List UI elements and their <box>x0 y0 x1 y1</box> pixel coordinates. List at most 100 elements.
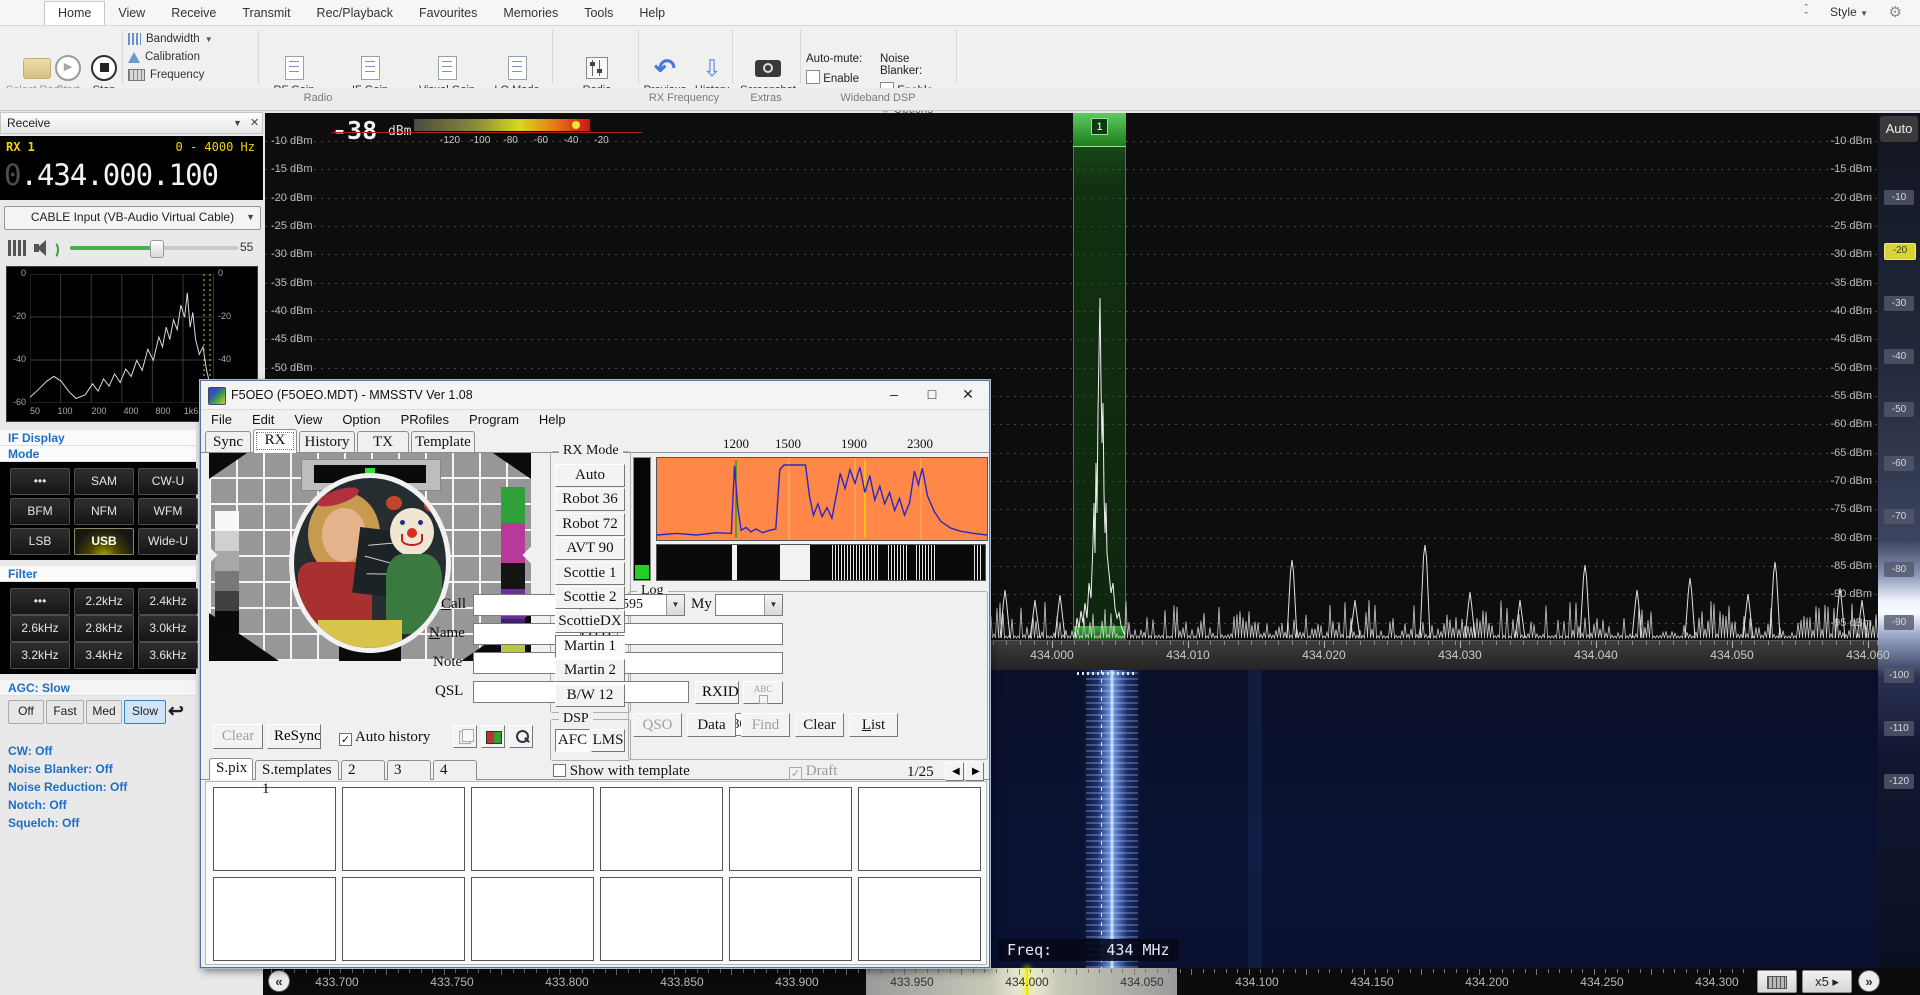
stock-picture-slot[interactable] <box>729 877 852 961</box>
style-menu[interactable]: Style ▼ <box>1830 5 1868 19</box>
close-button[interactable]: ✕ <box>951 381 985 408</box>
mode-section-header[interactable]: Mode <box>0 446 196 462</box>
mmsstv-tab-rx[interactable]: RX <box>253 429 297 453</box>
rx-mode-scottiedx[interactable]: ScottieDX <box>555 610 625 633</box>
mmsstv-window[interactable]: F5OEO (F5OEO.MDT) - MMSSTV Ver 1.08 – □ … <box>200 380 990 968</box>
status-link-notch[interactable]: Notch: Off <box>8 798 67 812</box>
mmsstv-menu-help[interactable]: Help <box>529 409 576 431</box>
bandwidth-menu[interactable]: Bandwidth▼ <box>128 31 213 47</box>
status-link-squelch[interactable]: Squelch: Off <box>8 816 79 830</box>
ribbon-collapse-icon[interactable]: ˆˇ <box>1804 5 1808 21</box>
mode-button-usb[interactable]: USB <box>74 528 134 555</box>
mode-button-bfm[interactable]: BFM <box>10 498 70 525</box>
abc-button[interactable]: ABC <box>743 681 783 704</box>
mmsstv-menu-file[interactable]: File <box>201 409 242 431</box>
zoom-level-button[interactable]: x5 ▸ <box>1802 970 1852 993</box>
agc-section-header[interactable]: AGC: Slow <box>0 680 196 696</box>
calibration-menu[interactable]: Calibration <box>128 49 200 65</box>
agc-button-fast[interactable]: Fast <box>46 700 84 724</box>
rx-mode-b-w-12[interactable]: B/W 12 <box>555 684 625 707</box>
resync-button[interactable]: ReSync <box>267 724 321 749</box>
equalizer-icon[interactable] <box>8 240 26 256</box>
auto-history-checkbox[interactable]: Auto history <box>339 729 430 746</box>
filter-button-3-4khz[interactable]: 3.4kHz <box>74 642 134 669</box>
filter-button-2-4khz[interactable]: 2.4kHz <box>138 588 198 615</box>
log-button-clear[interactable]: Clear <box>795 713 844 737</box>
gauge-tick--20[interactable]: -20 <box>1884 243 1916 260</box>
rx-mode-martin-1[interactable]: Martin 1 <box>555 635 625 658</box>
rx-mode-scottie-2[interactable]: Scottie 2 <box>555 586 625 609</box>
copy-pages-button[interactable] <box>453 725 477 748</box>
undo-arrow-icon[interactable]: ↩ <box>168 700 184 723</box>
picture-viewer-button[interactable] <box>481 725 505 748</box>
speaker-icon[interactable] <box>34 238 56 258</box>
filter-button-2-6khz[interactable]: 2.6kHz <box>10 615 70 642</box>
pix-tab-s-pix[interactable]: S.pix <box>209 758 253 780</box>
keyboard-entry-button[interactable] <box>1757 970 1797 993</box>
maximize-button[interactable]: □ <box>915 381 949 408</box>
filter-button-3-2khz[interactable]: 3.2kHz <box>10 642 70 669</box>
mmsstv-title-bar[interactable]: F5OEO (F5OEO.MDT) - MMSSTV Ver 1.08 – □ … <box>201 381 989 410</box>
prev-page-button[interactable]: ◀ <box>945 762 964 781</box>
note-input[interactable] <box>473 652 783 674</box>
stock-picture-slot[interactable] <box>342 787 465 871</box>
nav-scroll-right-button[interactable]: » <box>1858 970 1880 992</box>
stock-picture-slot[interactable] <box>600 877 723 961</box>
auto-mute-enable-checkbox[interactable]: Enable <box>806 70 874 85</box>
filter-button-3-6khz[interactable]: 3.6kHz <box>138 642 198 669</box>
mode-button-nfm[interactable]: NFM <box>74 498 134 525</box>
log-button-list[interactable]: List <box>849 713 898 737</box>
mmsstv-tab-tx[interactable]: TX <box>357 431 409 452</box>
ribbon-tab-favourites[interactable]: Favourites <box>406 2 490 25</box>
log-button-data[interactable]: Data <box>687 713 736 737</box>
rx-mode-robot-36[interactable]: Robot 36 <box>555 488 625 511</box>
mode-button-cw-u[interactable]: CW-U <box>138 468 198 495</box>
status-link-cw[interactable]: CW: Off <box>8 744 52 758</box>
filter-button-2-2khz[interactable]: 2.2kHz <box>74 588 134 615</box>
mmsstv-tab-history[interactable]: History <box>299 431 355 452</box>
show-with-template-checkbox[interactable]: Show with template <box>553 763 690 780</box>
nav-scroll-left-button[interactable]: « <box>268 970 290 992</box>
stock-picture-slot[interactable] <box>213 877 336 961</box>
draft-checkbox[interactable]: Draft <box>789 763 837 780</box>
magnifier-button[interactable] <box>509 725 533 748</box>
panel-collapse-icon[interactable]: ▼ <box>233 113 242 133</box>
filter-section-header[interactable]: Filter <box>0 566 196 582</box>
gauge-tick--100[interactable]: -100 <box>1884 668 1914 683</box>
rx-mode-martin-2[interactable]: Martin 2 <box>555 659 625 682</box>
stock-picture-slot[interactable] <box>600 787 723 871</box>
qth-input[interactable] <box>617 623 783 645</box>
mode-button-wfm[interactable]: WFM <box>138 498 198 525</box>
pix-tab-2[interactable]: 2 <box>341 760 385 780</box>
stock-picture-slot[interactable] <box>471 877 594 961</box>
gauge-tick--80[interactable]: -80 <box>1884 562 1914 577</box>
log-button-qso[interactable]: QSO <box>633 713 682 737</box>
if-display-section-header[interactable]: IF Display <box>0 430 196 446</box>
pix-tab-4[interactable]: 4 <box>433 760 477 780</box>
mmsstv-menu-view[interactable]: View <box>284 409 332 431</box>
gauge-tick--60[interactable]: -60 <box>1884 456 1914 471</box>
rx-mode-scottie-1[interactable]: Scottie 1 <box>555 562 625 585</box>
frequency-menu[interactable]: Frequency <box>128 67 204 83</box>
stock-picture-slot[interactable] <box>471 787 594 871</box>
gauge-tick--110[interactable]: -110 <box>1884 721 1914 736</box>
stock-picture-slot[interactable] <box>729 787 852 871</box>
gauge-tick--50[interactable]: -50 <box>1884 402 1914 417</box>
status-link-noise-blanker[interactable]: Noise Blanker: Off <box>8 762 113 776</box>
mmsstv-menu-edit[interactable]: Edit <box>242 409 284 431</box>
my-report-select[interactable]: ▼ <box>715 594 783 616</box>
gauge-tick--90[interactable]: -90 <box>1884 615 1914 630</box>
mode-button-lsb[interactable]: LSB <box>10 528 70 555</box>
status-link-noise-reduction[interactable]: Noise Reduction: Off <box>8 780 127 794</box>
ribbon-tab-view[interactable]: View <box>105 2 158 25</box>
stock-picture-slot[interactable] <box>858 877 981 961</box>
rx-mode-robot-72[interactable]: Robot 72 <box>555 513 625 536</box>
volume-slider-handle[interactable] <box>150 240 164 258</box>
ribbon-tab-transmit[interactable]: Transmit <box>229 2 303 25</box>
agc-button-med[interactable]: Med <box>86 700 122 724</box>
mmsstv-tab-template[interactable]: Template <box>411 431 475 452</box>
ribbon-tab-rec-playback[interactable]: Rec/Playback <box>304 2 406 25</box>
pix-tab-3[interactable]: 3 <box>387 760 431 780</box>
gauge-tick--30[interactable]: -30 <box>1884 296 1914 311</box>
stock-picture-slot[interactable] <box>342 877 465 961</box>
